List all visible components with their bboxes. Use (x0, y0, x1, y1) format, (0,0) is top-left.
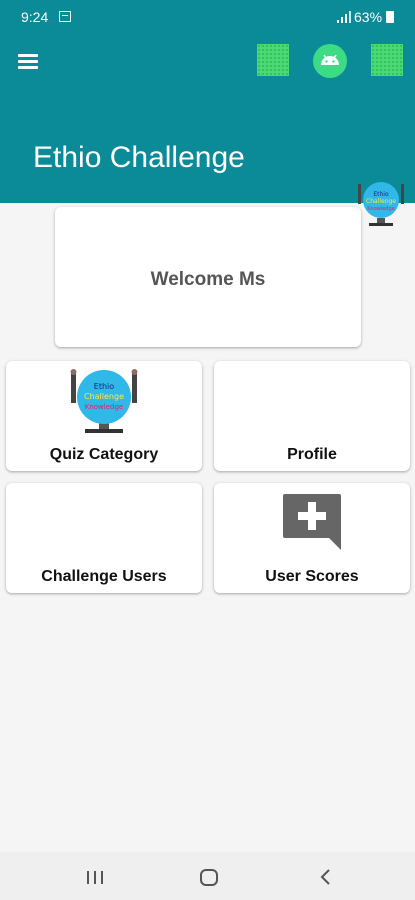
logo-text: Ethio (373, 191, 389, 198)
add-comment-icon (283, 494, 341, 550)
menu-button[interactable] (18, 52, 40, 70)
back-icon[interactable] (315, 866, 337, 888)
logo-text: Knowledge (85, 403, 123, 411)
tile-label: Profile (287, 446, 337, 463)
challenge-users-tile[interactable]: Challenge Users (6, 483, 202, 593)
tile-label: Quiz Category (49, 446, 159, 463)
menu-icon-bar (18, 66, 38, 69)
home-icon[interactable] (198, 866, 220, 888)
battery-icon (386, 11, 394, 23)
status-bar: 9:24 63% (0, 0, 415, 33)
menu-icon-bar (18, 60, 38, 63)
android-icon[interactable] (313, 44, 347, 78)
logo-text: Knowledge (367, 206, 395, 212)
profile-tile[interactable]: Profile (214, 361, 410, 471)
app-logo-icon: Ethio Challenge Knowledge (358, 182, 404, 226)
tile-label: User Scores (265, 568, 359, 585)
app-logo-icon: Ethio Challenge Knowledge (70, 369, 138, 433)
gallery-notification-icon (59, 11, 71, 22)
status-time: 9:24 (21, 9, 49, 25)
navigation-bar (0, 852, 415, 900)
logo-text: Ethio (94, 382, 114, 391)
welcome-text: Welcome Ms (150, 269, 266, 290)
placeholder-icon-button[interactable] (257, 44, 289, 76)
logo-text: Challenge (366, 198, 396, 205)
menu-icon-bar (18, 54, 38, 57)
app-title: Ethio Challenge (33, 141, 245, 174)
tile-label: Challenge Users (41, 568, 167, 585)
recents-icon[interactable] (84, 866, 106, 888)
quiz-category-tile[interactable]: Ethio Challenge Knowledge Quiz Category (6, 361, 202, 471)
signal-icon (337, 11, 351, 23)
battery-percent: 63% (354, 9, 383, 25)
user-scores-tile[interactable]: User Scores (214, 483, 410, 593)
android-robot-icon (321, 54, 339, 65)
welcome-card: Welcome Ms (55, 207, 361, 347)
app-bar: Ethio Challenge (0, 33, 415, 203)
placeholder-icon-button[interactable] (371, 44, 403, 76)
logo-text: Challenge (84, 392, 124, 401)
